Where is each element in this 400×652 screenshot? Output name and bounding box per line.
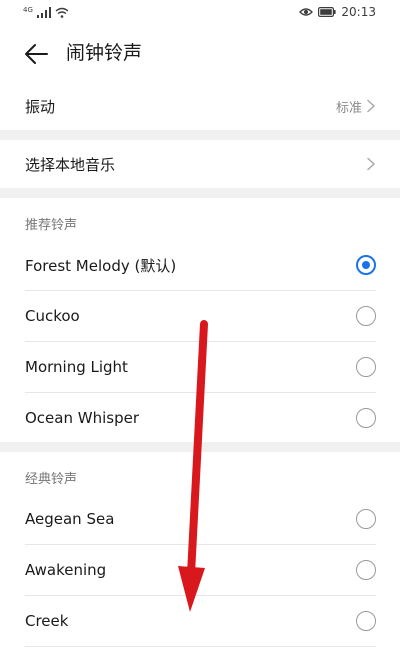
chevron-right-icon	[367, 99, 375, 113]
local-music-label: 选择本地音乐	[25, 155, 116, 174]
ringtone-label: Cuckoo	[25, 307, 80, 325]
wifi-icon	[55, 7, 69, 18]
eye-icon	[299, 8, 314, 16]
classic-section-title: 经典铃声	[25, 472, 78, 487]
ringtone-label: Morning Light	[25, 358, 128, 376]
radio-unselected[interactable]	[356, 407, 376, 428]
radio-selected[interactable]	[356, 255, 376, 275]
ringtone-label: Ocean Whisper	[25, 408, 139, 427]
radio-unselected[interactable]	[356, 509, 376, 529]
radio-unselected[interactable]	[356, 611, 376, 631]
ringtone-row[interactable]: Cuckoo	[0, 291, 400, 341]
status-left: 4G	[23, 7, 69, 18]
ringtone-row[interactable]: Creek	[0, 596, 400, 646]
page-header: 闹钟铃声	[0, 26, 400, 82]
clock-text: 20:13	[341, 5, 376, 19]
ringtone-row[interactable]: Ocean Whisper	[0, 393, 400, 442]
back-arrow-icon[interactable]	[22, 40, 50, 68]
section-separator	[0, 442, 400, 452]
radio-unselected[interactable]	[356, 560, 376, 580]
radio-unselected[interactable]	[356, 357, 376, 377]
network-type-label: 4G	[23, 6, 33, 14]
chevron-right-icon	[367, 157, 375, 171]
battery-icon	[318, 7, 337, 17]
ringtone-label: Awakening	[25, 561, 107, 579]
local-music-row[interactable]: 选择本地音乐	[0, 140, 400, 188]
ringtone-row[interactable]: Morning Light	[0, 342, 400, 392]
ringtone-label: Creek	[25, 612, 69, 630]
section-separator	[0, 188, 400, 198]
section-separator	[0, 130, 400, 140]
page-title: 闹钟铃声	[66, 42, 143, 64]
ringtone-row[interactable]: Aegean Sea	[0, 494, 400, 544]
radio-unselected[interactable]	[356, 306, 376, 326]
status-bar: 4G 20:13	[0, 0, 400, 26]
ringtone-label: Forest Melody (默认)	[25, 256, 177, 275]
signal-icon	[36, 7, 51, 18]
vibration-value: 标准	[335, 100, 362, 116]
recommended-section-title: 推荐铃声	[25, 218, 78, 233]
status-right: 20:13	[299, 5, 376, 19]
ringtone-row[interactable]: Awakening	[0, 545, 400, 595]
vibration-label: 振动	[25, 97, 56, 116]
vibration-row[interactable]: 振动 标准	[0, 82, 400, 130]
ringtone-row[interactable]: Forest Melody (默认)	[0, 240, 400, 290]
row-divider	[25, 646, 376, 647]
ringtone-label: Aegean Sea	[25, 510, 115, 528]
